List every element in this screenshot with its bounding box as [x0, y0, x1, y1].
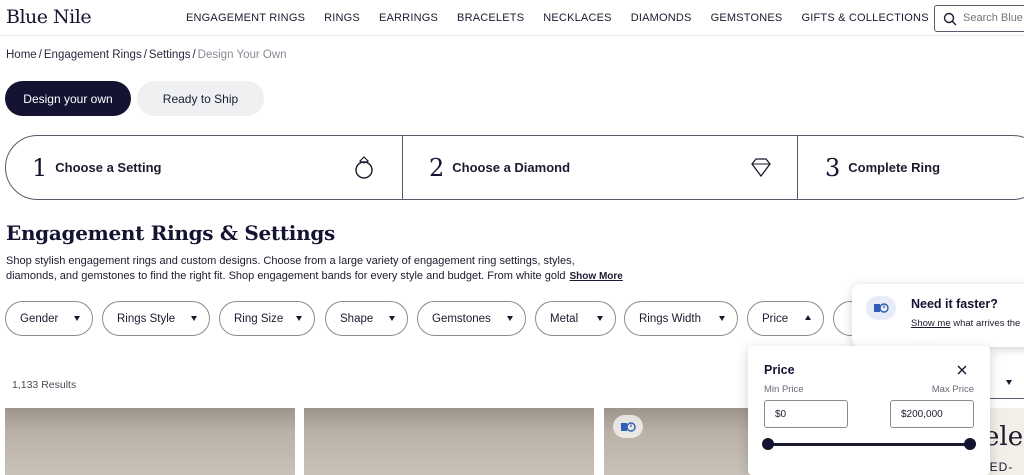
step-divider [797, 136, 798, 199]
show-more-link[interactable]: Show More [570, 271, 623, 282]
filter-metal[interactable]: Metal [535, 301, 616, 336]
filter-label: Metal [550, 312, 579, 325]
chevron-down-icon [597, 316, 603, 321]
product-tile[interactable] [304, 408, 594, 475]
step-number: 3 [825, 153, 841, 182]
filter-label: Gemstones [432, 312, 491, 325]
popover-text: Show me what arrives the [911, 318, 1021, 329]
fast-shipping-icon [866, 296, 896, 320]
ready-to-ship-button[interactable]: Ready to Ship [137, 81, 264, 116]
chevron-down-icon [191, 316, 197, 321]
price-panel-title: Price [764, 363, 795, 377]
chevron-down-icon[interactable] [1006, 380, 1012, 385]
price-slider-min-handle[interactable] [762, 438, 774, 450]
chevron-up-icon [805, 315, 811, 320]
filter-label: Rings Width [639, 312, 701, 325]
sort-dropdown-underline [990, 398, 1024, 399]
filter-price[interactable]: Price [747, 301, 824, 336]
filter-rings-width[interactable]: Rings Width [624, 301, 738, 336]
nav-item-diamonds[interactable]: DIAMONDS [631, 12, 692, 24]
nav-item-gemstones[interactable]: GEMSTONES [711, 12, 783, 24]
chevron-down-icon [296, 316, 302, 321]
popover-title: Need it faster? [911, 297, 998, 311]
breadcrumb-settings[interactable]: Settings [149, 49, 191, 61]
need-it-faster-popover: Need it faster? Show me what arrives the [852, 284, 1024, 347]
brand-logo[interactable]: Blue Nile [6, 6, 92, 28]
ring-icon [355, 156, 373, 179]
max-price-label: Max Price [931, 384, 974, 395]
diamond-icon [751, 158, 771, 178]
nav-item-earrings[interactable]: EARRINGS [379, 12, 438, 24]
chevron-down-icon [389, 316, 395, 321]
ring-builder-steps: 1 Choose a Setting 2 Choose a Diamond 3 … [5, 135, 1024, 200]
filter-label: Gender [20, 312, 59, 325]
step-number: 1 [32, 153, 48, 182]
nav-item-rings[interactable]: RINGS [324, 12, 360, 24]
filter-label: Shape [340, 312, 374, 325]
fast-shipping-badge [613, 415, 643, 438]
chevron-down-icon [719, 316, 725, 321]
fast-shipping-icon [621, 421, 636, 432]
step-complete-ring[interactable]: 3 Complete Ring [825, 136, 940, 199]
filter-gemstones[interactable]: Gemstones [417, 301, 526, 336]
filter-label: Rings Style [117, 312, 176, 325]
step-label: Choose a Diamond [452, 160, 571, 175]
main-nav: ENGAGEMENT RINGS RINGS EARRINGS BRACELET… [186, 12, 948, 24]
price-slider-max-handle[interactable] [964, 438, 976, 450]
search-icon [943, 12, 957, 26]
description-line: Shop stylish engagement rings and custom… [6, 255, 575, 267]
promo-banner-heading: eles [984, 422, 1024, 452]
filter-label: Price [762, 312, 789, 325]
min-price-input[interactable] [764, 400, 848, 428]
filter-ring-size[interactable]: Ring Size [219, 301, 315, 336]
category-description: Shop stylish engagement rings and custom… [6, 254, 666, 284]
design-your-own-button[interactable]: Design your own [5, 81, 131, 116]
nav-item-engagement-rings[interactable]: ENGAGEMENT RINGS [186, 12, 305, 24]
breadcrumb-current: Design Your Own [197, 49, 287, 61]
nav-item-necklaces[interactable]: NECKLACES [543, 12, 611, 24]
show-me-link[interactable]: Show me [911, 318, 951, 329]
breadcrumb-home[interactable]: Home [6, 49, 37, 61]
filter-label: Ring Size [234, 312, 284, 325]
breadcrumb: Home / Engagement Rings / Settings / Design Yo… [6, 49, 287, 61]
step-label: Complete Ring [848, 160, 941, 175]
chevron-down-icon [507, 316, 513, 321]
filter-shape[interactable]: Shape [325, 301, 408, 336]
filter-rings-style[interactable]: Rings Style [102, 301, 210, 336]
max-price-input[interactable] [890, 400, 974, 428]
top-navigation-bar: Blue Nile ENGAGEMENT RINGS RINGS EARRING… [0, 0, 1024, 36]
step-choose-diamond[interactable]: 2 Choose a Diamond [429, 136, 570, 199]
step-number: 2 [429, 153, 445, 182]
product-tile[interactable] [5, 408, 295, 475]
description-line: diamonds, and gemstones to find the righ… [6, 270, 566, 282]
nav-item-bracelets[interactable]: BRACELETS [457, 12, 524, 24]
step-choose-setting[interactable]: 1 Choose a Setting [32, 136, 161, 199]
min-price-label: Min Price [764, 384, 804, 395]
close-icon[interactable] [956, 364, 968, 376]
page-title: Engagement Rings & Settings [6, 221, 335, 245]
search-box[interactable] [934, 5, 1024, 32]
price-filter-panel: Price Min Price Max Price [748, 346, 990, 475]
step-divider [402, 136, 403, 199]
results-count: 1,133 Results [12, 379, 77, 391]
filter-gender[interactable]: Gender [5, 301, 93, 336]
breadcrumb-engagement-rings[interactable]: Engagement Rings [44, 49, 142, 61]
step-label: Choose a Setting [55, 160, 162, 175]
search-input[interactable] [963, 12, 1024, 24]
nav-item-gifts-collections[interactable]: GIFTS & COLLECTIONS [801, 12, 928, 24]
chevron-down-icon [74, 316, 80, 321]
price-slider-range [768, 443, 970, 446]
